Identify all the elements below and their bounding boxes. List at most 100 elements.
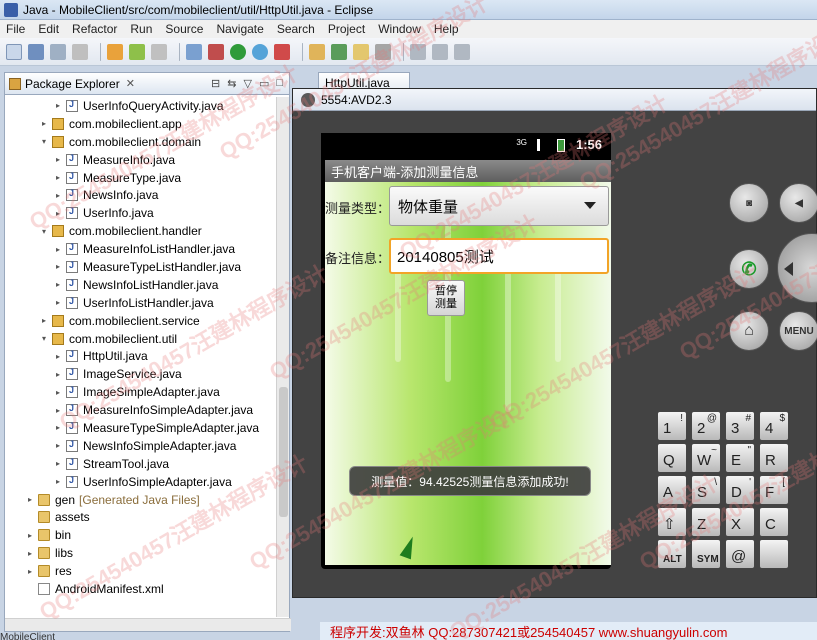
minimize-icon[interactable]: ▭ xyxy=(259,77,269,90)
keyboard-key[interactable]: F[ xyxy=(759,475,789,505)
expand-arrow-icon[interactable]: ▸ xyxy=(53,262,63,271)
tree-item[interactable]: ▾ com.mobileclient.handler xyxy=(5,222,277,240)
expand-arrow-icon[interactable]: ▸ xyxy=(53,459,63,468)
keyboard-key[interactable]: S \ xyxy=(691,475,721,505)
collapse-arrow-icon[interactable]: ▾ xyxy=(39,227,49,236)
expand-arrow-icon[interactable]: ▸ xyxy=(25,567,35,576)
menu-source[interactable]: Source xyxy=(165,22,203,36)
save-all-icon[interactable] xyxy=(50,43,66,60)
tree-item[interactable]: ▸ MeasureInfo.java xyxy=(5,151,277,169)
save-icon[interactable] xyxy=(28,43,44,60)
keyboard-key[interactable]: ⇧ xyxy=(657,507,687,537)
print-icon[interactable] xyxy=(72,43,88,60)
tree-item[interactable]: ▸ HttpUtil.java xyxy=(5,347,277,365)
scroll-thumb[interactable] xyxy=(279,387,288,517)
tree-item[interactable]: ▸ MeasureInfoSimpleAdapter.java xyxy=(5,401,277,419)
expand-arrow-icon[interactable]: ▸ xyxy=(53,352,63,361)
tree-item[interactable]: ▸ MeasureType.java xyxy=(5,169,277,187)
back-icon[interactable] xyxy=(432,43,448,60)
new-icon[interactable] xyxy=(6,43,22,60)
new-package-icon[interactable] xyxy=(309,43,325,60)
tree-item[interactable]: ▸ bin xyxy=(5,526,277,544)
tree-item[interactable]: ▾ com.mobileclient.util xyxy=(5,330,277,348)
external-tools-icon[interactable] xyxy=(274,43,290,60)
annotation-next-icon[interactable] xyxy=(410,43,426,60)
run-icon[interactable] xyxy=(230,43,246,60)
maximize-icon[interactable]: □ xyxy=(276,77,283,90)
keyboard-key[interactable]: 4 $ xyxy=(759,411,789,441)
search-tool-icon[interactable] xyxy=(375,43,391,60)
menu-project[interactable]: Project xyxy=(328,22,365,36)
tree-item[interactable]: ▸ ImageSimpleAdapter.java xyxy=(5,383,277,401)
tree-item[interactable]: ▸ res xyxy=(5,562,277,580)
keyboard-key[interactable]: D ' xyxy=(725,475,755,505)
expand-arrow-icon[interactable]: ▸ xyxy=(25,495,35,504)
collapse-all-icon[interactable]: ⊟ xyxy=(211,77,220,90)
tree-item[interactable]: ▸ MeasureTypeListHandler.java xyxy=(5,258,277,276)
expand-arrow-icon[interactable]: ▸ xyxy=(53,370,63,379)
forward-icon[interactable] xyxy=(454,43,470,60)
menu-window[interactable]: Window xyxy=(378,22,421,36)
debug-skip-icon[interactable] xyxy=(208,43,224,60)
tree-item[interactable]: ▸ UserInfo.java xyxy=(5,204,277,222)
tree-item[interactable]: ▸ StreamTool.java xyxy=(5,455,277,473)
android-sdk-icon[interactable] xyxy=(107,43,123,60)
menu-refactor[interactable]: Refactor xyxy=(72,22,117,36)
camera-button[interactable]: ◙ xyxy=(729,183,769,223)
keyboard-key[interactable]: W ~ xyxy=(691,443,721,473)
close-icon[interactable]: ✕ xyxy=(126,77,135,90)
expand-arrow-icon[interactable]: ▸ xyxy=(53,191,63,200)
open-folder-icon[interactable] xyxy=(353,43,369,60)
lint-icon[interactable] xyxy=(151,43,167,60)
menu-search[interactable]: Search xyxy=(277,22,315,36)
expand-arrow-icon[interactable]: ▸ xyxy=(39,316,49,325)
keyboard-key[interactable]: SYM xyxy=(691,539,721,569)
collapse-arrow-icon[interactable]: ▾ xyxy=(39,137,49,146)
expand-arrow-icon[interactable]: ▸ xyxy=(53,298,63,307)
collapse-arrow-icon[interactable]: ▾ xyxy=(39,334,49,343)
menu-file[interactable]: File xyxy=(6,22,25,36)
tree-item[interactable]: AndroidManifest.xml xyxy=(5,580,277,598)
tree-item[interactable]: ▸ com.mobileclient.app xyxy=(5,115,277,133)
keyboard-key[interactable]: 3 # xyxy=(725,411,755,441)
tree-item[interactable]: ▾ com.mobileclient.domain xyxy=(5,133,277,151)
keyboard-key[interactable]: R xyxy=(759,443,789,473)
expand-arrow-icon[interactable]: ▸ xyxy=(53,209,63,218)
measure-type-select[interactable]: 物体重量 xyxy=(389,186,609,226)
view-menu-icon[interactable]: ▽ xyxy=(243,77,251,90)
keyboard-key[interactable]: @ xyxy=(725,539,755,569)
tree-item[interactable]: ▸ libs xyxy=(5,544,277,562)
home-button[interactable]: ⌂ xyxy=(729,311,769,351)
menu-help[interactable]: Help xyxy=(434,22,459,36)
expand-arrow-icon[interactable]: ▸ xyxy=(39,119,49,128)
expand-arrow-icon[interactable]: ▸ xyxy=(25,531,35,540)
keyboard-key[interactable]: Z xyxy=(691,507,721,537)
keyboard-key[interactable]: Q xyxy=(657,443,687,473)
expand-arrow-icon[interactable]: ▸ xyxy=(53,245,63,254)
keyboard-key[interactable] xyxy=(759,539,789,569)
expand-arrow-icon[interactable]: ▸ xyxy=(53,423,63,432)
tree-item[interactable]: ▸ UserInfoListHandler.java xyxy=(5,294,277,312)
expand-arrow-icon[interactable]: ▸ xyxy=(25,549,35,558)
tree-item[interactable]: ▸ com.mobileclient.service xyxy=(5,312,277,330)
tree-item[interactable]: ▸ ImageService.java xyxy=(5,365,277,383)
expand-arrow-icon[interactable]: ▸ xyxy=(53,477,63,486)
tree-item[interactable]: ▸ UserInfoQueryActivity.java xyxy=(5,97,277,115)
new-class-icon[interactable] xyxy=(331,43,347,60)
tree-item[interactable]: ▸ MeasureTypeSimpleAdapter.java xyxy=(5,419,277,437)
expand-arrow-icon[interactable]: ▸ xyxy=(53,155,63,164)
horizontal-scrollbar[interactable] xyxy=(5,618,291,631)
tree-item[interactable]: ▸ NewsInfo.java xyxy=(5,186,277,204)
debug-icon[interactable] xyxy=(252,43,268,60)
open-type-icon[interactable] xyxy=(186,43,202,60)
keyboard-key[interactable]: C xyxy=(759,507,789,537)
pause-measure-button[interactable]: 暂停 测量 xyxy=(427,280,465,316)
tree-item[interactable]: ▸ NewsInfoSimpleAdapter.java xyxy=(5,437,277,455)
tree-item[interactable]: ▸ UserInfoSimpleAdapter.java xyxy=(5,473,277,491)
expand-arrow-icon[interactable]: ▸ xyxy=(53,101,63,110)
menu-run[interactable]: Run xyxy=(130,22,152,36)
avd-manager-icon[interactable] xyxy=(129,43,145,60)
call-button[interactable]: ✆ xyxy=(729,249,769,289)
expand-arrow-icon[interactable]: ▸ xyxy=(53,173,63,182)
tree-item[interactable]: ▸ NewsInfoListHandler.java xyxy=(5,276,277,294)
